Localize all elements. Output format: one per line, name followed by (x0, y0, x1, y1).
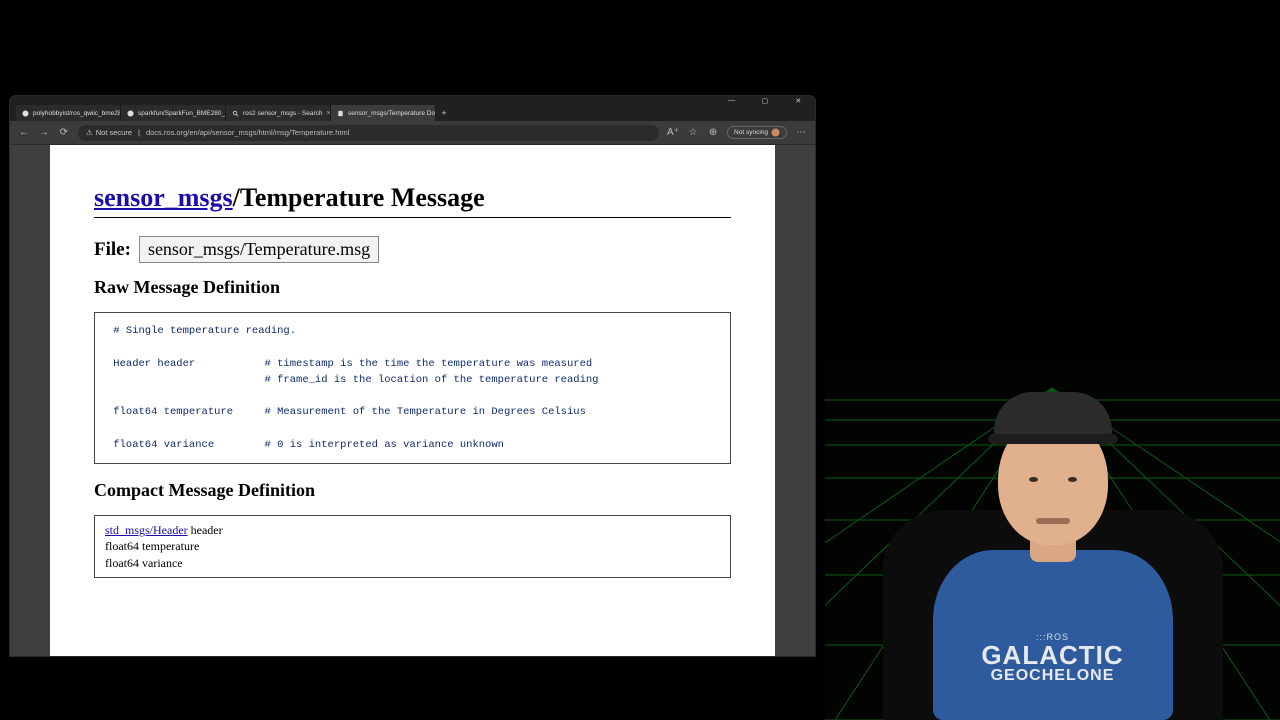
document-icon (337, 110, 344, 117)
compact-line-1-rest: header (188, 523, 223, 537)
webcam-panel: :::ROS GALACTIC GEOCHELONE (825, 360, 1280, 720)
profile-sync-button[interactable]: Not syncing (727, 126, 787, 139)
compact-definition-block: std_msgs/Header header float64 temperatu… (94, 515, 731, 578)
compact-line-2: float64 temperature (105, 538, 720, 554)
tab-label: sparkfun/SparkFun_BME280_Ar... (138, 110, 226, 117)
github-icon (127, 110, 134, 117)
file-label: File: (94, 239, 131, 261)
warning-icon: ⚠ (86, 128, 93, 137)
documentation-page: sensor_msgs/Temperature Message File: se… (50, 145, 775, 656)
raw-definition-code: # Single temperature reading. Header hea… (94, 312, 731, 464)
raw-definition-heading: Raw Message Definition (94, 277, 731, 298)
address-bar: ← → ⟳ ⚠ Not secure | docs.ros.org/en/api… (10, 121, 815, 145)
window-maximize-button[interactable]: ▢ (748, 96, 781, 105)
title-rest: /Temperature Message (233, 183, 485, 212)
tab-label: polyhobbyist/ros_qwiic_bme280 (33, 110, 121, 117)
tab-label: sensor_msgs/Temperature Doc... (348, 110, 436, 117)
url-field[interactable]: ⚠ Not secure | docs.ros.org/en/api/senso… (78, 125, 659, 141)
new-tab-button[interactable]: + (436, 105, 452, 121)
eye-right (1068, 477, 1077, 482)
back-button[interactable]: ← (18, 127, 30, 139)
browser-window: — ▢ ✕ polyhobbyist/ros_qwiic_bme280 × sp… (10, 96, 815, 656)
url-text: docs.ros.org/en/api/sensor_msgs/html/msg… (146, 128, 349, 137)
sensor-msgs-link[interactable]: sensor_msgs (94, 183, 233, 212)
cap-brim (988, 434, 1118, 444)
tab-github-polyhobbyist[interactable]: polyhobbyist/ros_qwiic_bme280 × (16, 105, 121, 121)
compact-line-3: float64 variance (105, 555, 720, 571)
std-msgs-header-link[interactable]: std_msgs/Header (105, 523, 188, 537)
file-path-box: sensor_msgs/Temperature.msg (139, 236, 379, 263)
search-icon (232, 110, 239, 117)
presenter-figure: :::ROS GALACTIC GEOCHELONE (913, 400, 1193, 720)
shirt-graphic: :::ROS GALACTIC GEOCHELONE (981, 633, 1123, 684)
security-indicator[interactable]: ⚠ Not secure (86, 128, 132, 137)
shirt-text-mid: GEOCHELONE (981, 668, 1123, 684)
avatar-icon (771, 128, 780, 137)
tab-ros-docs[interactable]: sensor_msgs/Temperature Doc... × (331, 105, 436, 121)
tab-github-sparkfun[interactable]: sparkfun/SparkFun_BME280_Ar... × (121, 105, 226, 121)
window-titlebar[interactable] (10, 96, 815, 105)
shirt-text-small: :::ROS (981, 633, 1123, 642)
page-viewport[interactable]: sensor_msgs/Temperature Message File: se… (10, 145, 815, 656)
tab-strip: polyhobbyist/ros_qwiic_bme280 × sparkfun… (10, 105, 815, 121)
github-icon (22, 110, 29, 117)
compact-definition-heading: Compact Message Definition (94, 480, 731, 501)
security-label: Not secure (96, 128, 132, 137)
mouth (1036, 518, 1070, 524)
page-title: sensor_msgs/Temperature Message (94, 183, 731, 218)
eye-left (1029, 477, 1038, 482)
window-close-button[interactable]: ✕ (782, 96, 815, 105)
forward-button[interactable]: → (38, 127, 50, 139)
window-minimize-button[interactable]: — (715, 96, 748, 105)
shirt-text-big: GALACTIC (981, 642, 1123, 668)
tab-close-icon[interactable]: × (326, 110, 330, 117)
tab-search[interactable]: ros2 sensor_msgs - Search × (226, 105, 331, 121)
read-aloud-icon[interactable]: A⁺ (667, 127, 679, 139)
sync-label: Not syncing (734, 129, 768, 136)
favorite-icon[interactable]: ☆ (687, 127, 699, 139)
more-menu-button[interactable]: ⋯ (795, 127, 807, 139)
collections-icon[interactable]: ⊕ (707, 127, 719, 139)
tab-label: ros2 sensor_msgs - Search (243, 110, 322, 117)
refresh-button[interactable]: ⟳ (58, 127, 70, 139)
